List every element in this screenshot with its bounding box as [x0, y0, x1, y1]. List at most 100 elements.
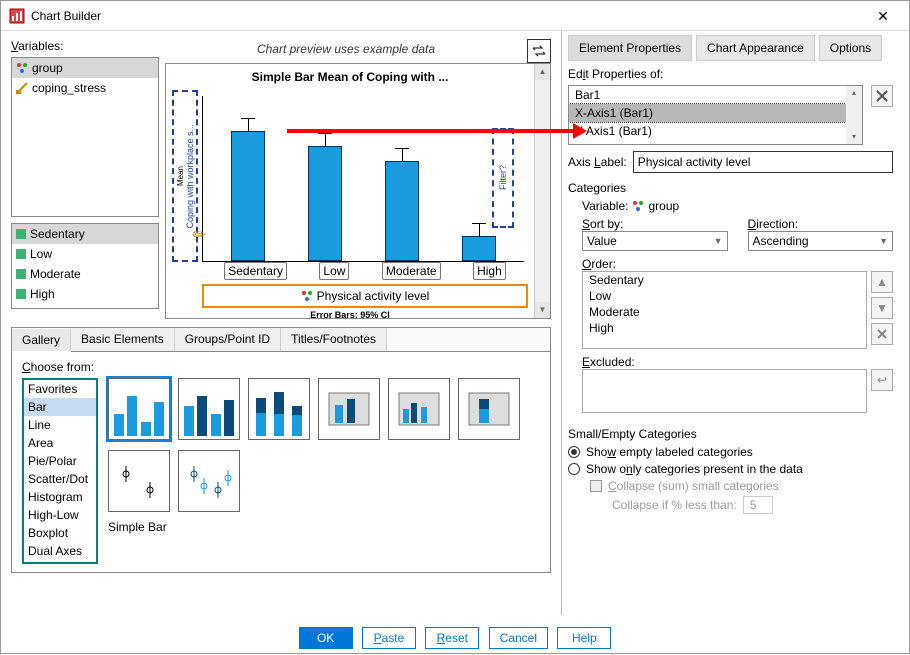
tab-options[interactable]: Options [819, 35, 882, 61]
nominal-icon [16, 62, 28, 74]
excluded-listbox[interactable] [582, 369, 867, 413]
scroll-down-icon[interactable]: ▼ [535, 302, 550, 318]
move-up-button[interactable]: ▲ [871, 271, 893, 293]
prop-x-axis1[interactable]: X-Axis1 (Bar1) [569, 104, 862, 122]
delete-property-button[interactable] [871, 85, 893, 107]
tab-titles-footnotes[interactable]: Titles/Footnotes [281, 328, 387, 351]
variable-value: group [648, 199, 679, 213]
thumb-3d-clustered[interactable] [388, 378, 450, 440]
chart-canvas[interactable]: Simple Bar Mean of Coping with ... Mean … [165, 63, 551, 319]
scroll-up-icon[interactable]: ▲ [535, 64, 550, 80]
variable-label: coping_stress [32, 81, 106, 95]
reset-button[interactable]: Reset [425, 627, 479, 649]
choose-from-label: Choose from: [22, 360, 540, 374]
prop-y-axis1[interactable]: Y-Axis1 (Bar1) [569, 122, 862, 140]
order-item[interactable]: High [583, 320, 866, 336]
radio-only-present[interactable]: Show only categories present in the data [568, 462, 893, 476]
scroll-down-icon[interactable]: ▾ [846, 130, 862, 144]
type-line[interactable]: Line [24, 416, 96, 434]
prop-bar1[interactable]: Bar1 [569, 86, 862, 104]
categories-listbox[interactable]: Sedentary Low Moderate High [11, 223, 159, 309]
type-histogram[interactable]: Histogram [24, 488, 96, 506]
order-item[interactable]: Low [583, 288, 866, 304]
sort-by-label: Sort by: [582, 217, 728, 231]
bar-moderate [385, 161, 419, 261]
order-item[interactable]: Sedentary [583, 272, 866, 288]
variable-group[interactable]: group [12, 58, 158, 78]
button-row: OK Paste Reset Cancel Help [1, 621, 909, 655]
y-axis-label: Coping with workplace s... [185, 124, 195, 229]
close-button[interactable]: ✕ [865, 2, 901, 30]
thumb-simple-bar[interactable] [108, 378, 170, 440]
categories-group-label: Categories [568, 181, 893, 195]
checkbox-icon [590, 480, 602, 492]
props-scrollbar[interactable]: ▴▾ [846, 86, 862, 144]
remove-order-button[interactable] [871, 323, 893, 345]
x-axis-dropzone[interactable]: Physical activity level [202, 284, 528, 308]
tab-gallery[interactable]: Gallery [12, 329, 71, 352]
variable-coping-stress[interactable]: coping_stress [12, 78, 158, 98]
thumb-3d-stacked[interactable] [458, 378, 520, 440]
category-sedentary[interactable]: Sedentary [12, 224, 158, 244]
scale-icon [16, 82, 28, 94]
thumb-clustered-bar[interactable] [178, 378, 240, 440]
tab-basic-elements[interactable]: Basic Elements [71, 328, 175, 351]
type-high-low[interactable]: High-Low [24, 506, 96, 524]
thumb-error-bar-simple[interactable] [108, 450, 170, 512]
order-label: Order: [582, 257, 893, 271]
cancel-button[interactable]: Cancel [489, 627, 548, 649]
type-dual-axes[interactable]: Dual Axes [24, 542, 96, 560]
direction-select[interactable]: Ascending▼ [748, 231, 894, 251]
left-panel: Variables: group coping_stress Sed [1, 31, 561, 615]
tab-element-properties[interactable]: Element Properties [568, 35, 692, 61]
variable-label: Variable: [582, 199, 628, 213]
chart-title: Simple Bar Mean of Coping with ... [172, 70, 528, 84]
radio-icon [568, 446, 580, 458]
tab-chart-appearance[interactable]: Chart Appearance [696, 35, 815, 61]
excluded-label: Excluded: [582, 355, 893, 369]
radio-show-empty[interactable]: Show empty labeled categories [568, 445, 893, 459]
chart-type-list[interactable]: Favorites Bar Line Area Pie/Polar Scatte… [22, 378, 98, 564]
type-scatter-dot[interactable]: Scatter/Dot [24, 470, 96, 488]
category-high[interactable]: High [12, 284, 158, 304]
chevron-down-icon: ▼ [714, 236, 723, 246]
tab-groups-point-id[interactable]: Groups/Point ID [175, 328, 281, 351]
variables-label: Variables: [11, 39, 159, 53]
right-panel: Element Properties Chart Appearance Opti… [561, 31, 899, 615]
type-pie-polar[interactable]: Pie/Polar [24, 452, 96, 470]
category-moderate[interactable]: Moderate [12, 264, 158, 284]
canvas-scrollbar[interactable]: ▲ ▼ [534, 64, 550, 318]
axis-label-label: Axis Label: [568, 155, 627, 169]
help-button[interactable]: Help [557, 627, 611, 649]
order-listbox[interactable]: Sedentary Low Moderate High [582, 271, 867, 349]
thumb-stacked-bar[interactable] [248, 378, 310, 440]
type-boxplot[interactable]: Boxplot [24, 524, 96, 542]
nominal-icon [301, 290, 313, 302]
filter-dropzone[interactable]: Filter? [492, 128, 514, 228]
thumb-error-bar-clustered[interactable] [178, 450, 240, 512]
xtick: High [473, 262, 506, 280]
move-down-button[interactable]: ▼ [871, 297, 893, 319]
category-low[interactable]: Low [12, 244, 158, 264]
thumb-3d-bar[interactable] [318, 378, 380, 440]
type-area[interactable]: Area [24, 434, 96, 452]
type-bar[interactable]: Bar [24, 398, 96, 416]
error-bar-label: Error Bars: 95% CI [172, 310, 528, 320]
xtick: Low [319, 262, 349, 280]
sort-by-select[interactable]: Value▼ [582, 231, 728, 251]
swap-axes-button[interactable] [527, 39, 551, 63]
collapse-checkbox: Collapse (sum) small categories [568, 479, 893, 493]
variables-listbox[interactable]: group coping_stress [11, 57, 159, 217]
paste-button[interactable]: Paste [362, 627, 416, 649]
ok-button[interactable]: OK [299, 627, 353, 649]
order-item[interactable]: Moderate [583, 304, 866, 320]
properties-listbox[interactable]: Bar1 X-Axis1 (Bar1) Y-Axis1 (Bar1) ▴▾ [568, 85, 863, 145]
y-axis-sub: Mean [176, 166, 185, 186]
restore-excluded-button[interactable]: ↩ [871, 369, 893, 391]
category-icon [16, 249, 26, 259]
scroll-up-icon[interactable]: ▴ [846, 86, 862, 100]
bar-high [462, 236, 496, 261]
axis-label-input[interactable]: Physical activity level [633, 151, 893, 173]
small-empty-label: Small/Empty Categories [568, 427, 893, 441]
type-favorites[interactable]: Favorites [24, 380, 96, 398]
